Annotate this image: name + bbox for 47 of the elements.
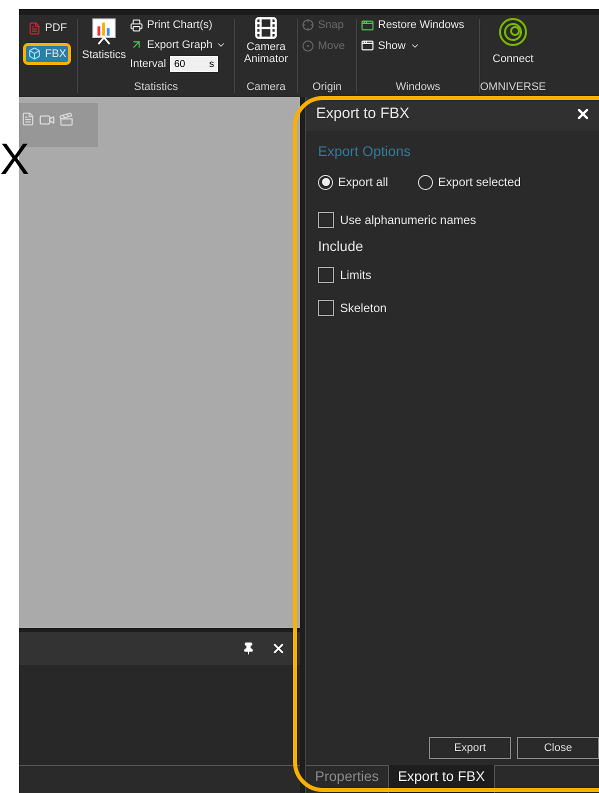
panel-title: Export to FBX bbox=[316, 104, 410, 124]
film-reel-icon bbox=[253, 15, 279, 41]
background-text: X bbox=[0, 138, 30, 182]
swirl-logo-icon bbox=[498, 17, 528, 47]
group-label: Windows bbox=[396, 80, 440, 92]
panel-tab[interactable]: Properties bbox=[306, 766, 388, 793]
checkbox[interactable] bbox=[318, 300, 334, 316]
pdf-icon bbox=[28, 22, 41, 35]
group-label: Statistics bbox=[134, 80, 178, 92]
export-format-button[interactable]: FBX bbox=[23, 42, 72, 65]
interval-label: Interval bbox=[130, 57, 166, 72]
radio-button[interactable] bbox=[318, 174, 333, 190]
print-chart-button[interactable]: Print Chart(s) bbox=[130, 17, 226, 34]
checkbox[interactable] bbox=[318, 267, 334, 283]
window-icon bbox=[361, 39, 374, 52]
checkbox-option[interactable]: Use alphanumeric names bbox=[318, 211, 587, 229]
export-format-button[interactable]: PDF bbox=[23, 17, 72, 40]
export-graph-button[interactable]: Export Graph bbox=[130, 36, 226, 53]
radio-option[interactable]: Export selected bbox=[418, 173, 521, 191]
dialog-button[interactable]: Close bbox=[517, 737, 599, 759]
window-icon bbox=[361, 18, 374, 32]
close-icon[interactable] bbox=[271, 641, 286, 656]
group-label: OMNIVERSE bbox=[480, 80, 546, 92]
radio-option[interactable]: Export all bbox=[318, 173, 388, 191]
checkbox-option[interactable]: Skeleton bbox=[318, 299, 587, 317]
window-button[interactable]: Restore Windows bbox=[361, 17, 475, 34]
printer-icon bbox=[130, 18, 144, 32]
checkbox-option[interactable]: Limits bbox=[318, 266, 587, 284]
target-icon bbox=[302, 40, 314, 52]
chart-easel-icon bbox=[90, 17, 118, 45]
camera-animator-button[interactable]: Camera Animator bbox=[238, 15, 294, 78]
window-button[interactable]: Show bbox=[361, 38, 475, 54]
crosshair-icon bbox=[302, 19, 314, 32]
unit-label: s bbox=[209, 58, 214, 72]
section-heading: Export Options bbox=[318, 142, 412, 161]
radio-button[interactable] bbox=[418, 174, 434, 190]
interval-field[interactable]: 60 s bbox=[170, 56, 218, 72]
group-label: Camera bbox=[246, 80, 286, 92]
cube-icon bbox=[28, 47, 41, 60]
include-label: Include bbox=[318, 237, 364, 256]
statistics-button[interactable]: Statistics bbox=[82, 17, 126, 78]
close-icon[interactable] bbox=[575, 106, 591, 122]
connect-button[interactable]: Connect bbox=[492, 15, 534, 78]
checkbox[interactable] bbox=[318, 212, 334, 228]
pin-icon[interactable] bbox=[242, 642, 255, 655]
dialog-button[interactable]: Export bbox=[429, 737, 511, 759]
group-label: Origin bbox=[312, 80, 342, 92]
